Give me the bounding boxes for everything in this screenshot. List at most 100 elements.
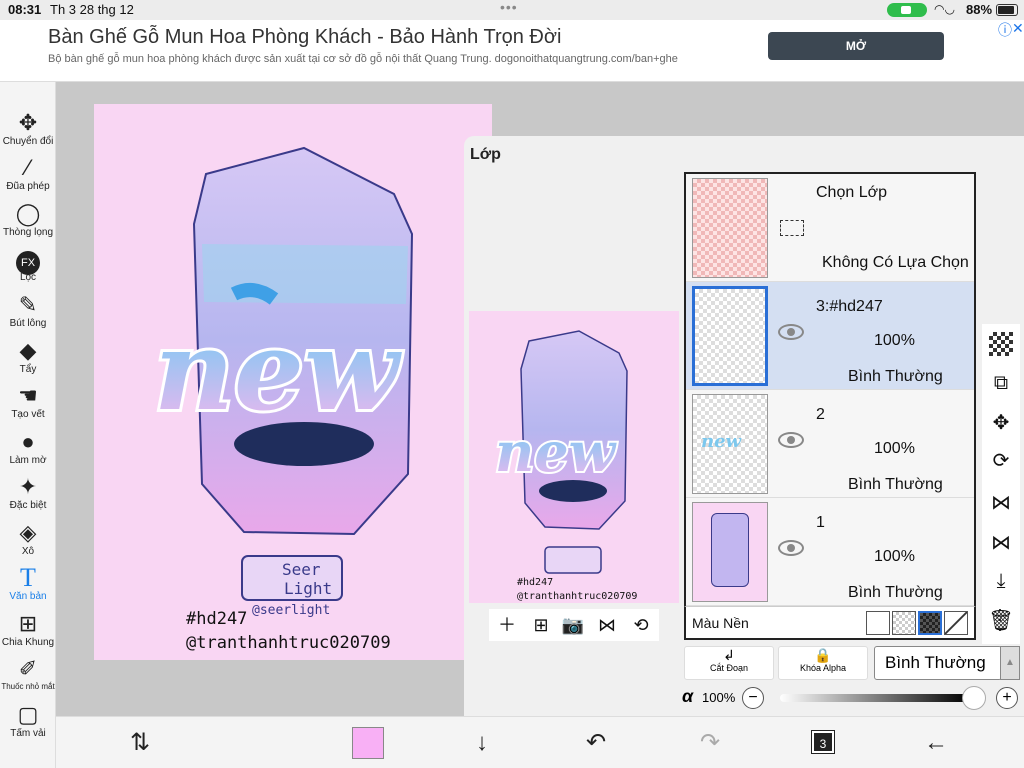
selection-layer-row[interactable]: Chọn Lớp Không Có Lựa Chọn: [686, 174, 974, 282]
opacity-decrease-button[interactable]: −: [742, 687, 764, 709]
rotate-icon[interactable]: ⟲: [629, 613, 653, 637]
tool-label: Đũa phép: [6, 181, 50, 192]
layer-mode: Bình Thường: [848, 368, 943, 385]
text-icon: T: [20, 563, 36, 592]
magic-wand-icon: ⁄: [26, 155, 30, 180]
preview-word: new: [495, 420, 618, 484]
brand-line1: Seer: [282, 560, 321, 579]
brush-icon: ✎: [18, 292, 38, 317]
layer-opacity: 100%: [874, 440, 915, 457]
layer-preview: new #hd247 @tranthanhtruc020709: [469, 311, 679, 603]
rotate-icon[interactable]: ⟳: [984, 446, 1018, 476]
opacity-slider[interactable]: [780, 694, 970, 702]
redo-icon[interactable]: ↷: [694, 727, 726, 759]
layer-thumbnail: [692, 286, 768, 386]
eye-icon[interactable]: [778, 540, 804, 556]
alpha-lock-label: Khóa Alpha: [799, 663, 847, 673]
tool-lasso[interactable]: ◯ Thòng lọng: [0, 201, 56, 238]
layer-row[interactable]: new 2 100% Bình Thường: [686, 390, 974, 498]
move-icon: ✥: [18, 110, 38, 135]
eye-icon[interactable]: [778, 432, 804, 448]
background-checker-swatch[interactable]: [892, 611, 916, 635]
selection-layer-name: Chọn Lớp: [816, 184, 887, 201]
background-none-swatch[interactable]: [944, 611, 968, 635]
tool-label: Thuốc nhỏ mắt: [1, 682, 55, 691]
bucket-icon: ◈: [19, 520, 37, 545]
ad-info-icon[interactable]: ⓘ: [998, 20, 1012, 40]
flip-vertical-icon[interactable]: ⋈: [984, 528, 1018, 558]
layer-name: 2: [816, 406, 825, 423]
tool-eraser[interactable]: ◆ Tẩy: [0, 338, 56, 375]
drawing-canvas[interactable]: new Seer Light @seerlight #hd247 @tranth…: [94, 104, 492, 660]
ad-description[interactable]: Bộ bàn ghế gỗ mun hoa phòng khách được s…: [48, 53, 678, 65]
duplicate-layer-icon[interactable]: ⊞: [529, 613, 553, 637]
background-label: Màu Nền: [692, 615, 749, 631]
tool-special[interactable]: ✦ Đặc biệt: [0, 474, 56, 511]
tool-blur[interactable]: ● Làm mờ: [0, 429, 56, 466]
artwork-tag: #hd247: [186, 609, 247, 629]
flip-icon[interactable]: ⋈: [595, 613, 619, 637]
ad-close-icon[interactable]: ✕: [1012, 20, 1024, 37]
layers-button[interactable]: 3: [811, 730, 835, 754]
opacity-row: α 100% − +: [680, 684, 1020, 712]
layer-name: 1: [816, 514, 825, 531]
arrow-down-icon[interactable]: ↓: [466, 727, 498, 759]
blend-mode-select[interactable]: Bình Thường: [874, 646, 1002, 680]
tool-bucket[interactable]: ◈ Xô: [0, 520, 56, 557]
move-icon[interactable]: ✥: [984, 408, 1018, 438]
camera-in-use-icon: [887, 3, 927, 17]
background-color-row: Màu Nền: [684, 606, 976, 640]
tool-filter[interactable]: FX Lọc: [0, 246, 56, 283]
back-icon[interactable]: ←: [920, 727, 952, 759]
clip-button[interactable]: ↲ Cắt Đoạn: [684, 646, 774, 680]
tool-smudge[interactable]: ☚ Tạo vết: [0, 383, 56, 420]
eyedropper-icon: ✐: [18, 656, 38, 681]
layer-thumbnail: new: [692, 394, 768, 494]
camera-icon[interactable]: 📷: [561, 613, 585, 637]
tool-label: Chuyển đổi: [2, 136, 54, 147]
ad-open-button[interactable]: MỞ: [768, 32, 944, 60]
ad-title[interactable]: Bàn Ghế Gỗ Mun Hoa Phòng Khách - Bảo Hàn…: [48, 26, 561, 49]
primary-color-swatch[interactable]: [352, 727, 384, 759]
preview-tag: #hd247: [517, 577, 553, 588]
tool-brush[interactable]: ✎ Bút lông: [0, 292, 56, 329]
preview-artwork: new #hd247 @tranthanhtruc020709: [493, 330, 637, 602]
background-dark-checker-swatch[interactable]: [918, 611, 942, 635]
background-white-swatch[interactable]: [866, 611, 890, 635]
transform-icon[interactable]: ⧉: [984, 368, 1018, 398]
tool-transform[interactable]: ✥ Chuyển đổi: [0, 110, 56, 147]
tool-eyedropper[interactable]: ✐ Thuốc nhỏ mắt: [0, 656, 56, 691]
undo-icon[interactable]: ↶: [580, 727, 612, 759]
tool-label: Thòng lọng: [2, 227, 54, 238]
artwork: new Seer Light @seerlight #hd247 @tranth…: [151, 146, 414, 653]
layer-options-row: ↲ Cắt Đoạn 🔒 Khóa Alpha Bình Thường ▲: [684, 646, 1020, 680]
layer-mode: Bình Thường: [848, 476, 943, 493]
smudge-icon: ☚: [18, 383, 38, 408]
more-icon[interactable]: · · ·: [990, 600, 1010, 640]
status-bar: 08:31 Th 3 28 thg 12 ••• ◠◡ 88%: [0, 0, 1024, 20]
ad-banner[interactable]: Bàn Ghế Gỗ Mun Hoa Phòng Khách - Bảo Hàn…: [0, 20, 1024, 82]
quick-tools-icon[interactable]: ⇅: [124, 727, 156, 759]
alpha-lock-button[interactable]: 🔒 Khóa Alpha: [778, 646, 868, 680]
multitask-dots-icon[interactable]: •••: [500, 0, 518, 15]
brand-line2: Light: [284, 579, 332, 598]
water-surface: [202, 244, 408, 304]
tool-magic-wand[interactable]: ⁄ Đũa phép: [0, 155, 56, 192]
clip-icon: ↲: [723, 647, 735, 663]
opacity-slider-knob[interactable]: [962, 686, 986, 710]
layer-opacity: 100%: [874, 548, 915, 565]
merge-down-icon[interactable]: ⤓: [984, 566, 1018, 596]
tool-frame-divider[interactable]: ⊞ Chia Khung: [0, 611, 56, 648]
checker-icon[interactable]: [989, 332, 1013, 356]
add-layer-icon[interactable]: ＋: [495, 613, 519, 637]
layer-actions-sidebar: ⧉ ✥ ⟳ ⋈ ⋈ ⤓ 🗑: [982, 324, 1020, 644]
opacity-increase-button[interactable]: +: [996, 687, 1018, 709]
chevron-up-icon[interactable]: ▲: [1000, 646, 1020, 680]
flip-horizontal-icon[interactable]: ⋈: [984, 488, 1018, 518]
layer-row[interactable]: 1 100% Bình Thường: [686, 498, 974, 606]
tool-text[interactable]: T Văn bản: [0, 563, 56, 603]
tool-canvas[interactable]: ▢ Tấm vải: [0, 702, 56, 739]
eye-icon[interactable]: [778, 324, 804, 340]
layer-row[interactable]: 3:#hd247 100% Bình Thường: [686, 282, 974, 390]
layer-thumbnail: [692, 178, 768, 278]
